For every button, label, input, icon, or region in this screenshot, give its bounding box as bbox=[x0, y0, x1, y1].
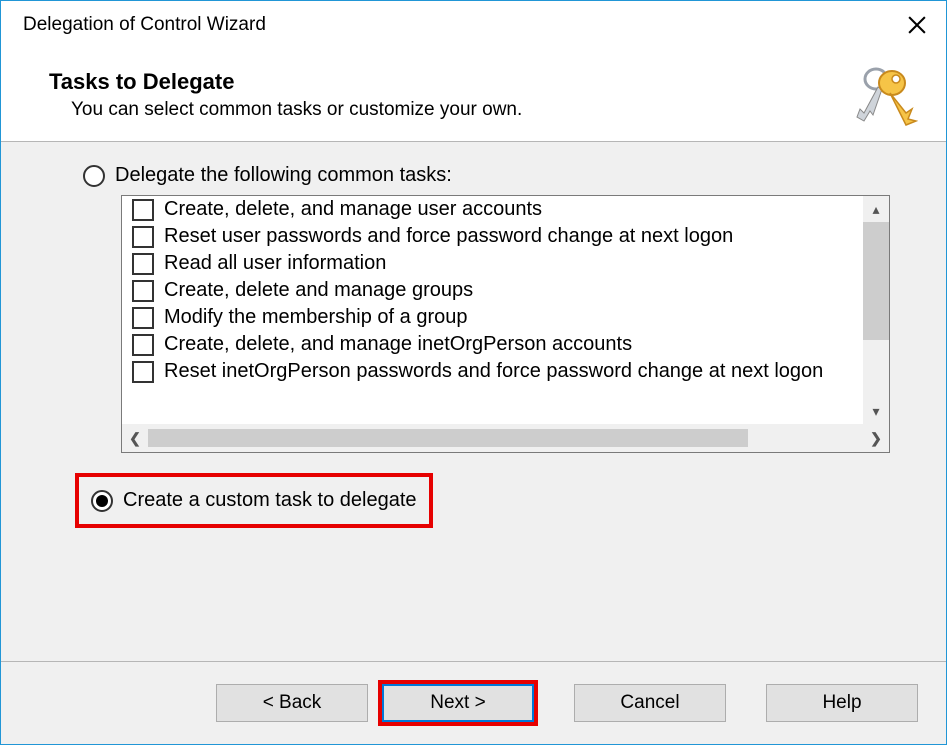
radio-common-label: Delegate the following common tasks: bbox=[115, 164, 452, 187]
chevron-right-icon: ❯ bbox=[863, 430, 889, 447]
task-label: Read all user information bbox=[164, 252, 386, 275]
task-item[interactable]: Reset user passwords and force password … bbox=[122, 223, 889, 250]
header-area: Tasks to Delegate You can select common … bbox=[1, 49, 946, 141]
wizard-window: Delegation of Control Wizard Tasks to De… bbox=[0, 0, 947, 745]
tasks-list: Create, delete, and manage user accounts… bbox=[122, 196, 889, 452]
next-button[interactable]: Next > bbox=[382, 684, 534, 722]
horizontal-scrollbar[interactable]: ❮ ❯ bbox=[122, 424, 889, 452]
task-item[interactable]: Reset inetOrgPerson passwords and force … bbox=[122, 358, 889, 385]
radio-common-tasks[interactable]: Delegate the following common tasks: bbox=[83, 164, 890, 187]
window-title: Delegation of Control Wizard bbox=[23, 14, 266, 36]
checkbox-icon bbox=[132, 334, 154, 356]
radio-icon bbox=[83, 165, 105, 187]
radio-custom-label: Create a custom task to delegate bbox=[123, 489, 417, 512]
spacer bbox=[548, 684, 560, 722]
close-button[interactable] bbox=[906, 14, 928, 36]
task-label: Reset inetOrgPerson passwords and force … bbox=[164, 360, 823, 383]
keys-icon bbox=[846, 61, 918, 138]
scroll-thumb bbox=[863, 222, 889, 340]
scroll-thumb bbox=[148, 429, 748, 447]
task-item[interactable]: Create, delete, and manage user accounts bbox=[122, 196, 889, 223]
task-label: Modify the membership of a group bbox=[164, 306, 468, 329]
checkbox-icon bbox=[132, 280, 154, 302]
radio-custom-task[interactable]: Create a custom task to delegate bbox=[83, 481, 425, 520]
chevron-down-icon: ▾ bbox=[863, 398, 889, 424]
titlebar: Delegation of Control Wizard bbox=[1, 1, 946, 49]
spacer bbox=[740, 684, 752, 722]
chevron-up-icon: ▴ bbox=[863, 196, 889, 222]
vertical-scrollbar[interactable]: ▴ ▾ bbox=[863, 196, 889, 424]
scroll-track bbox=[863, 340, 889, 398]
task-label: Create, delete and manage groups bbox=[164, 279, 473, 302]
checkbox-icon bbox=[132, 361, 154, 383]
close-icon bbox=[908, 16, 926, 34]
page-heading: Tasks to Delegate bbox=[49, 69, 918, 95]
chevron-left-icon: ❮ bbox=[122, 430, 148, 447]
content-area: Delegate the following common tasks: Cre… bbox=[1, 142, 946, 661]
back-button[interactable]: < Back bbox=[216, 684, 368, 722]
checkbox-icon bbox=[132, 307, 154, 329]
task-item[interactable]: Create, delete, and manage inetOrgPerson… bbox=[122, 331, 889, 358]
page-subheading: You can select common tasks or customize… bbox=[71, 99, 918, 121]
task-label: Create, delete, and manage user accounts bbox=[164, 198, 542, 221]
checkbox-icon bbox=[132, 199, 154, 221]
task-item[interactable]: Modify the membership of a group bbox=[122, 304, 889, 331]
common-tasks-listbox: Create, delete, and manage user accounts… bbox=[121, 195, 890, 453]
radio-icon bbox=[91, 490, 113, 512]
task-item[interactable]: Create, delete and manage groups bbox=[122, 277, 889, 304]
button-bar: < Back Next > Cancel Help bbox=[1, 661, 946, 744]
task-label: Create, delete, and manage inetOrgPerson… bbox=[164, 333, 632, 356]
cancel-button[interactable]: Cancel bbox=[574, 684, 726, 722]
task-item[interactable]: Read all user information bbox=[122, 250, 889, 277]
checkbox-icon bbox=[132, 226, 154, 248]
checkbox-icon bbox=[132, 253, 154, 275]
help-button[interactable]: Help bbox=[766, 684, 918, 722]
task-label: Reset user passwords and force password … bbox=[164, 225, 733, 248]
